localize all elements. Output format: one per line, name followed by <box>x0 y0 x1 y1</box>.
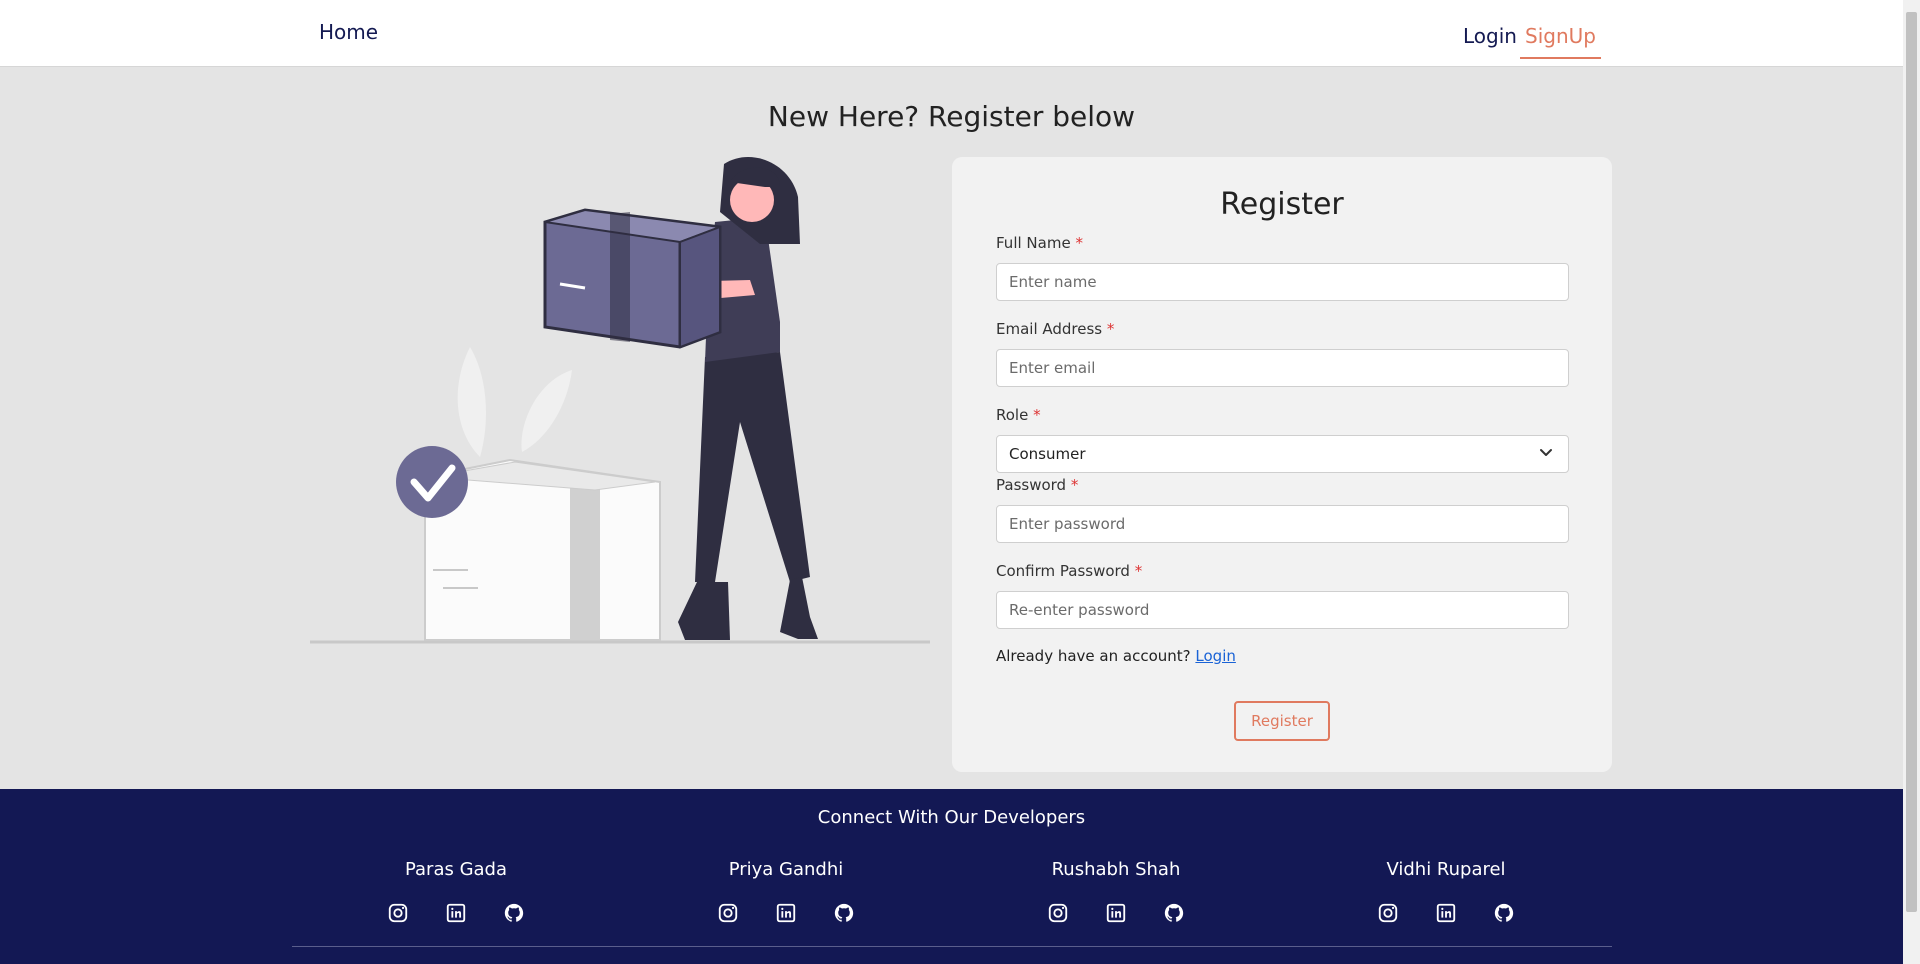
footer-divider <box>292 946 1612 947</box>
register-title: Register <box>1220 187 1344 222</box>
github-icon[interactable] <box>1163 902 1185 924</box>
chevron-down-icon <box>1540 449 1552 456</box>
email-label-text: Email Address <box>996 320 1103 338</box>
developer-social-links <box>1006 902 1226 924</box>
instagram-icon[interactable] <box>1377 902 1399 924</box>
nav-home-link[interactable]: Home <box>319 20 378 44</box>
footer-title: Connect With Our Developers <box>817 807 1086 828</box>
top-navbar: Home Login SignUp <box>0 0 1903 67</box>
password-label-text: Password <box>996 476 1067 494</box>
github-icon[interactable] <box>1493 902 1515 924</box>
linkedin-icon[interactable] <box>445 902 467 924</box>
linkedin-icon[interactable] <box>1435 902 1457 924</box>
instagram-icon[interactable] <box>717 902 739 924</box>
instagram-icon[interactable] <box>387 902 409 924</box>
page-scrollbar[interactable] <box>1903 0 1920 964</box>
github-icon[interactable] <box>503 902 525 924</box>
full-name-input[interactable] <box>996 263 1569 301</box>
full-name-label-text: Full Name <box>996 234 1071 252</box>
developer-card: Priya Gandhi <box>676 859 896 924</box>
developer-card: Vidhi Ruparel <box>1336 859 1556 924</box>
delivery-illustration <box>310 156 930 644</box>
developer-social-links <box>1336 902 1556 924</box>
login-link[interactable]: Login <box>1195 647 1235 665</box>
developer-name: Vidhi Ruparel <box>1386 859 1506 880</box>
confirm-password-input[interactable] <box>996 591 1569 629</box>
developer-social-links <box>676 902 896 924</box>
role-select-value: Consumer <box>1009 445 1086 463</box>
footer: Connect With Our Developers Paras Gada P… <box>0 789 1903 964</box>
confirm-password-label-text: Confirm Password <box>996 562 1130 580</box>
developer-name: Priya Gandhi <box>728 859 844 880</box>
register-card: Register Full Name * Email Address * Rol… <box>952 157 1612 772</box>
role-label-text: Role <box>996 406 1029 424</box>
developer-card: Rushabh Shah <box>1006 859 1226 924</box>
linkedin-icon[interactable] <box>1105 902 1127 924</box>
nav-login-link[interactable]: Login <box>1463 24 1517 48</box>
developer-card: Paras Gada <box>346 859 566 924</box>
required-marker: * <box>1033 406 1041 424</box>
page-heading: New Here? Register below <box>767 100 1136 133</box>
register-button[interactable]: Register <box>1234 701 1330 741</box>
developer-name: Paras Gada <box>404 859 508 880</box>
nav-signup-link[interactable]: SignUp <box>1520 24 1601 59</box>
role-label: Role * <box>996 406 1041 424</box>
instagram-icon[interactable] <box>1047 902 1069 924</box>
role-select[interactable]: Consumer <box>996 435 1569 473</box>
email-label: Email Address * <box>996 320 1114 338</box>
required-marker: * <box>1134 562 1143 580</box>
linkedin-icon[interactable] <box>775 902 797 924</box>
password-input[interactable] <box>996 505 1569 543</box>
developer-name: Rushabh Shah <box>1051 859 1181 880</box>
already-account-label: Already have an account? <box>996 647 1191 665</box>
already-account-text: Already have an account? Login <box>996 647 1236 665</box>
full-name-label: Full Name * <box>996 234 1083 252</box>
confirm-password-label: Confirm Password * <box>996 562 1142 580</box>
password-label: Password * <box>996 476 1078 494</box>
scrollbar-thumb[interactable] <box>1906 12 1917 912</box>
required-marker: * <box>1106 320 1115 338</box>
required-marker: * <box>1075 234 1083 252</box>
required-marker: * <box>1070 476 1079 494</box>
developer-social-links <box>346 902 566 924</box>
github-icon[interactable] <box>833 902 855 924</box>
email-input[interactable] <box>996 349 1569 387</box>
